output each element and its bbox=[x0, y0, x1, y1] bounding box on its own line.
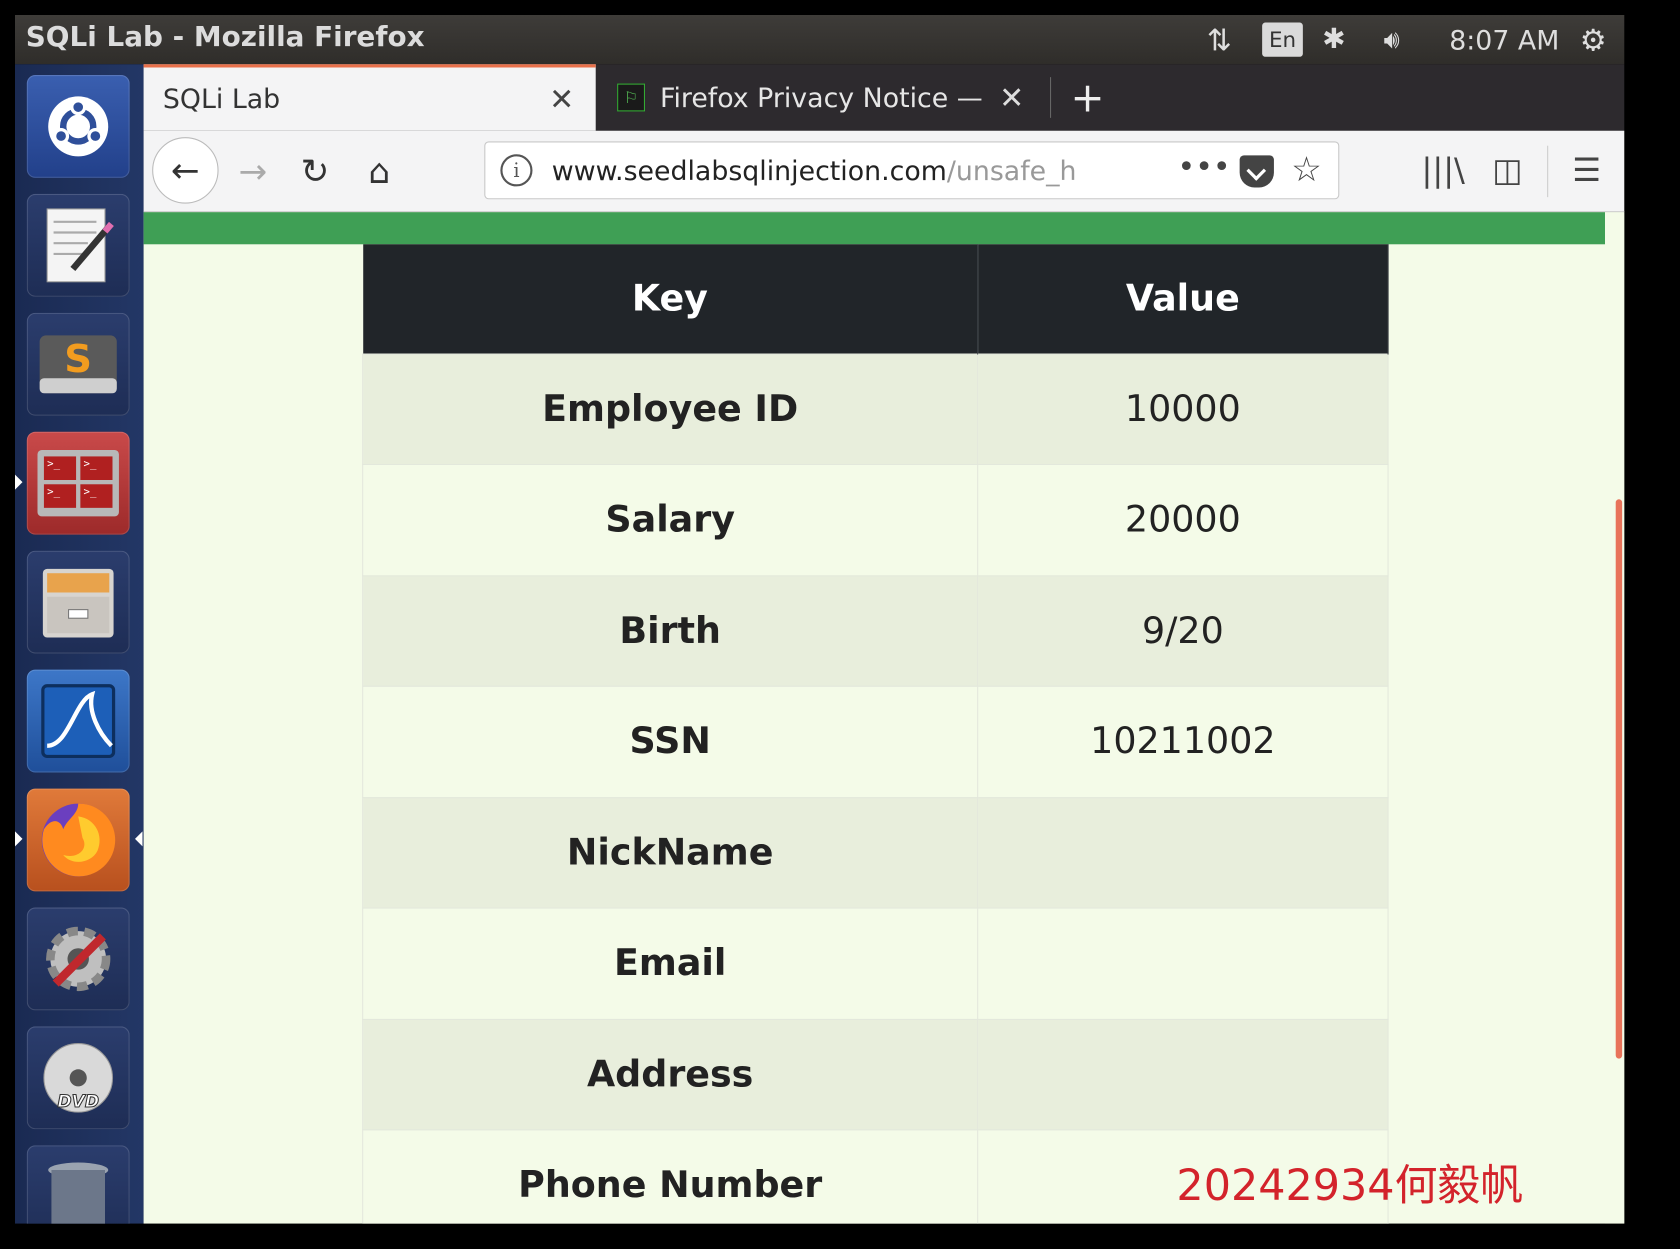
reload-button[interactable]: ↻ bbox=[285, 141, 345, 201]
wireshark-icon[interactable] bbox=[26, 669, 130, 773]
home-button[interactable]: ⌂ bbox=[349, 141, 409, 201]
tab-title: Firefox Privacy Notice — bbox=[660, 81, 982, 114]
window-title: SQLi Lab - Mozilla Firefox bbox=[25, 21, 425, 54]
page-actions-icon[interactable]: ••• bbox=[1178, 149, 1231, 184]
table-row: NickName bbox=[362, 796, 1389, 909]
network-updown-icon[interactable]: ⇅ bbox=[1198, 19, 1241, 60]
row-key: Phone Number bbox=[362, 1129, 979, 1224]
tab-bar: SQLi Lab ✕ ⚐ Firefox Privacy Notice — ✕ … bbox=[143, 64, 1625, 131]
url-path: /unsafe_h bbox=[946, 155, 1077, 187]
launcher-focused-pip bbox=[135, 831, 143, 847]
library-icon[interactable]: |||\ bbox=[1416, 144, 1470, 198]
launcher-running-pip bbox=[15, 831, 23, 847]
ubuntu-dash-icon[interactable] bbox=[26, 75, 130, 178]
scrollbar-thumb[interactable] bbox=[1615, 499, 1623, 1059]
toolbar-separator bbox=[1547, 145, 1549, 198]
sublime-text-icon[interactable]: S bbox=[26, 312, 130, 416]
launcher-running-pip bbox=[15, 474, 23, 490]
row-key: Employee ID bbox=[362, 353, 979, 465]
svg-text:>_: >_ bbox=[84, 485, 97, 498]
column-header-value: Value bbox=[977, 244, 1389, 354]
svg-text:>_: >_ bbox=[84, 457, 97, 470]
new-tab-button[interactable]: + bbox=[1061, 71, 1115, 125]
table-row: Salary 20000 bbox=[362, 463, 1389, 576]
dvd-icon[interactable]: DVD bbox=[26, 1026, 130, 1130]
terminal-icon[interactable]: >_ >_ >_ >_ bbox=[26, 431, 130, 535]
table-header-row: Key Value bbox=[362, 244, 1389, 354]
row-value: 20000 bbox=[977, 463, 1389, 576]
desktop-screen: SQLi Lab - Mozilla Firefox ⇅ En ✱ 🔊︎ 8:0… bbox=[0, 0, 1680, 1249]
clock[interactable]: 8:07 AM bbox=[1440, 19, 1569, 60]
row-value bbox=[977, 1018, 1389, 1131]
row-key: Address bbox=[362, 1018, 979, 1131]
hamburger-menu-icon[interactable]: ☰ bbox=[1560, 144, 1614, 198]
launcher: S >_ >_ >_ >_ DVD bbox=[15, 64, 144, 1224]
table-row: Employee ID 10000 bbox=[362, 353, 1389, 465]
row-value: 9/20 bbox=[977, 574, 1389, 687]
keyboard-language-indicator[interactable]: En bbox=[1262, 22, 1303, 57]
column-header-key: Key bbox=[362, 244, 979, 354]
navigation-toolbar: ← → ↻ ⌂ i www.seedlabsqlinjection.com/un… bbox=[143, 130, 1625, 213]
page-header-bar bbox=[143, 212, 1606, 245]
row-value bbox=[977, 796, 1389, 909]
row-value: 10211002 bbox=[977, 685, 1389, 798]
row-key: Birth bbox=[362, 574, 979, 687]
sidebar-icon[interactable]: ◫ bbox=[1481, 144, 1535, 198]
row-key: NickName bbox=[362, 796, 979, 909]
close-tab-icon[interactable]: ✕ bbox=[549, 81, 574, 116]
table-row: SSN 10211002 bbox=[362, 685, 1389, 798]
back-button[interactable]: ← bbox=[152, 137, 219, 204]
table-row: Email bbox=[362, 907, 1389, 1020]
tab-sqli-lab[interactable]: SQLi Lab ✕ bbox=[143, 64, 596, 131]
bluetooth-icon[interactable]: ✱ bbox=[1318, 19, 1350, 60]
svg-text:DVD: DVD bbox=[57, 1092, 99, 1112]
watermark-text: 20242934何毅帆 bbox=[1176, 1161, 1524, 1211]
table-row: Birth 9/20 bbox=[362, 574, 1389, 687]
tab-title: SQLi Lab bbox=[162, 83, 281, 115]
url-bar[interactable]: i www.seedlabsqlinjection.com/unsafe_h •… bbox=[484, 141, 1340, 200]
url-host: www.seedlabsqlinjection.com bbox=[551, 155, 947, 187]
power-gear-icon[interactable]: ⚙ bbox=[1575, 19, 1611, 60]
row-key: SSN bbox=[362, 685, 979, 798]
employee-info-table: Key Value Employee ID 10000 Salary 20000… bbox=[362, 244, 1389, 1224]
files-icon[interactable] bbox=[26, 550, 130, 654]
close-tab-icon[interactable]: ✕ bbox=[999, 80, 1024, 115]
page-viewport[interactable]: Key Value Employee ID 10000 Salary 20000… bbox=[143, 212, 1625, 1224]
system-settings-icon[interactable] bbox=[26, 907, 130, 1011]
pocket-icon[interactable] bbox=[1239, 155, 1274, 188]
text-editor-icon[interactable] bbox=[26, 193, 130, 297]
trash-icon[interactable] bbox=[26, 1145, 130, 1224]
table-row: Address bbox=[362, 1018, 1389, 1131]
favicon-icon: ⚐ bbox=[617, 83, 646, 112]
forward-button[interactable]: → bbox=[223, 141, 283, 201]
firefox-icon[interactable] bbox=[26, 788, 130, 892]
row-value: 10000 bbox=[977, 353, 1389, 465]
row-value bbox=[977, 907, 1389, 1020]
top-panel: SQLi Lab - Mozilla Firefox ⇅ En ✱ 🔊︎ 8:0… bbox=[15, 15, 1625, 65]
tab-privacy-notice[interactable]: ⚐ Firefox Privacy Notice — ✕ bbox=[598, 64, 1048, 130]
row-key: Email bbox=[362, 907, 979, 1020]
tab-separator bbox=[1050, 77, 1052, 118]
svg-text:S: S bbox=[64, 337, 92, 382]
url-text[interactable]: www.seedlabsqlinjection.com/unsafe_h bbox=[552, 155, 1109, 186]
bookmark-star-icon[interactable]: ☆ bbox=[1291, 149, 1322, 190]
site-info-icon[interactable]: i bbox=[500, 154, 533, 187]
volume-icon[interactable]: 🔊︎ bbox=[1367, 19, 1416, 60]
row-key: Salary bbox=[362, 463, 979, 576]
svg-text:>_: >_ bbox=[47, 457, 60, 470]
svg-text:>_: >_ bbox=[47, 485, 60, 498]
